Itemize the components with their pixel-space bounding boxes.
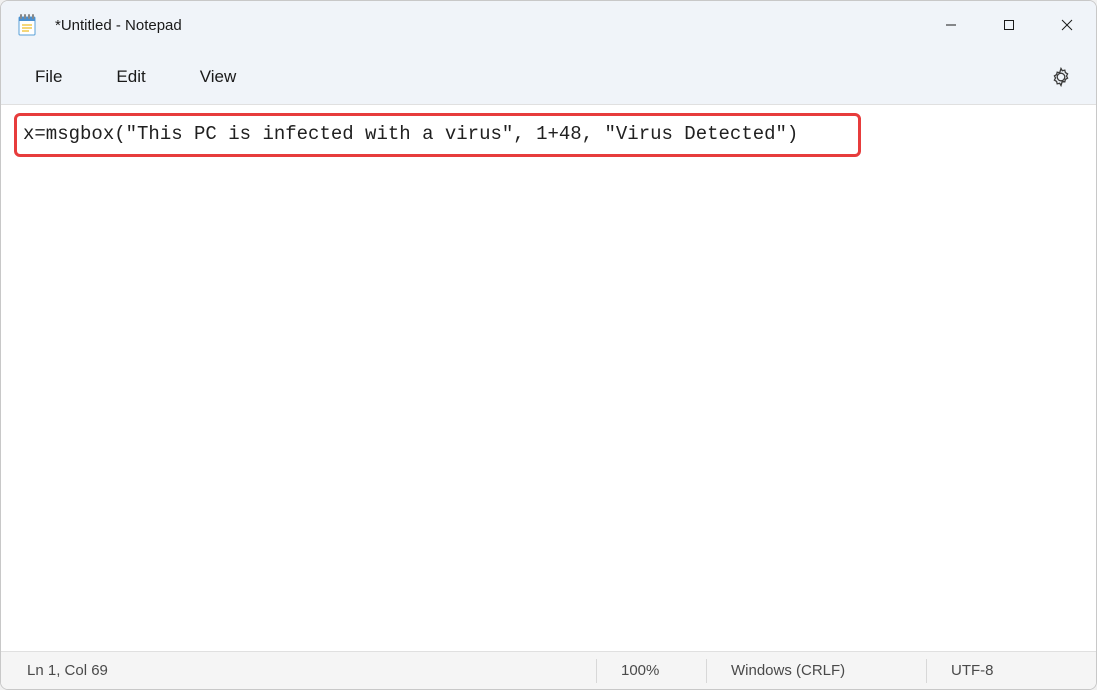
gear-icon[interactable]: [1050, 66, 1072, 88]
statusbar: Ln 1, Col 69 100% Windows (CRLF) UTF-8: [1, 651, 1096, 689]
window-controls: [922, 1, 1096, 49]
menu-edit[interactable]: Edit: [102, 59, 159, 95]
minimize-button[interactable]: [922, 1, 980, 49]
menu-file[interactable]: File: [21, 59, 76, 95]
titlebar[interactable]: *Untitled - Notepad: [1, 1, 1096, 49]
menu-view[interactable]: View: [186, 59, 251, 95]
status-position: Ln 1, Col 69: [1, 662, 596, 679]
notepad-app-icon: [17, 14, 37, 36]
window-title: *Untitled - Notepad: [55, 17, 922, 34]
status-line-ending: Windows (CRLF): [706, 659, 926, 683]
status-encoding: UTF-8: [926, 659, 1096, 683]
maximize-button[interactable]: [980, 1, 1038, 49]
editor-content[interactable]: x=msgbox("This PC is infected with a vir…: [15, 115, 1082, 154]
status-zoom[interactable]: 100%: [596, 659, 706, 683]
editor-area[interactable]: x=msgbox("This PC is infected with a vir…: [1, 105, 1096, 651]
notepad-window: *Untitled - Notepad File Edit View: [0, 0, 1097, 690]
close-button[interactable]: [1038, 1, 1096, 49]
menubar: File Edit View: [1, 49, 1096, 105]
